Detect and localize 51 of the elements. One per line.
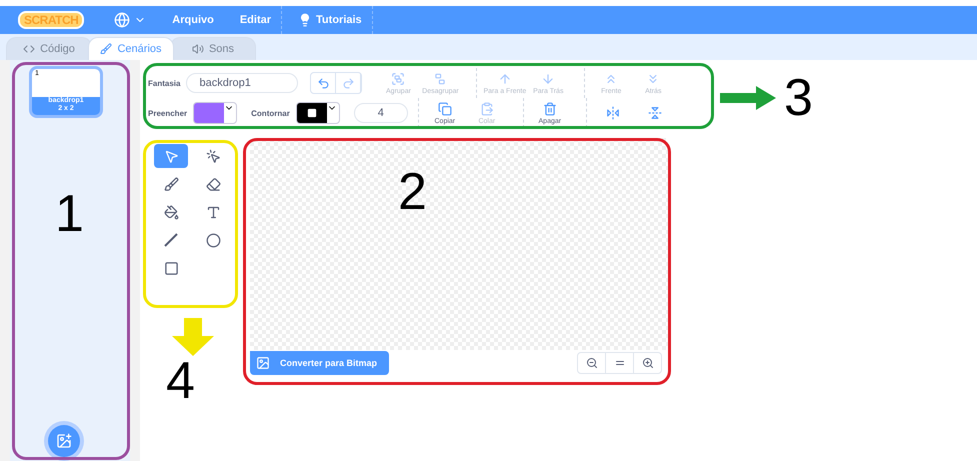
group-icon	[391, 72, 406, 86]
fill-color-picker[interactable]	[193, 102, 238, 124]
annotation-number: 2	[398, 166, 427, 218]
fill-label: Preencher	[148, 108, 188, 118]
costume-label: Fantasia	[148, 78, 180, 88]
copy-icon	[438, 102, 452, 116]
add-backdrop-button[interactable]	[48, 425, 80, 457]
brush-icon	[100, 43, 112, 55]
add-image-icon	[56, 433, 72, 449]
scratch-logo[interactable]: SCRATCH	[18, 11, 84, 29]
convert-to-bitmap-button[interactable]: Converter para Bitmap	[250, 351, 390, 375]
zoom-in-icon	[642, 357, 654, 369]
outline-label: Contornar	[251, 108, 290, 118]
paint-bucket-icon	[164, 204, 178, 220]
code-icon	[23, 43, 36, 55]
speaker-icon	[192, 43, 204, 55]
trash-icon	[542, 102, 557, 116]
outline-color-picker[interactable]	[296, 102, 340, 124]
zoom-out-icon	[586, 357, 598, 369]
scrollbar[interactable]	[130, 60, 140, 461]
costume-name-field[interactable]: backdrop1	[186, 73, 298, 93]
square-icon	[306, 108, 317, 118]
menu-item[interactable]: Arquivo	[162, 6, 224, 34]
circle-icon	[206, 232, 220, 248]
tab[interactable]: Código	[6, 37, 92, 60]
tab[interactable]: Sons	[170, 37, 256, 60]
outline-width-field[interactable]: 4	[354, 103, 408, 123]
annotation-number: 3	[784, 72, 813, 124]
undo-icon	[316, 76, 330, 90]
arrow-down-icon	[541, 72, 556, 86]
ungroup-icon	[433, 72, 448, 86]
tab[interactable]: Cenários	[88, 37, 174, 60]
arrow-up-icon	[498, 72, 512, 86]
text-icon	[206, 204, 220, 220]
image-icon	[256, 356, 270, 370]
pointer-click-icon	[206, 148, 220, 164]
annotation-arrow	[720, 86, 776, 110]
line-icon	[163, 232, 179, 248]
flip-vertical-icon	[648, 106, 662, 120]
pointer-icon	[164, 148, 178, 164]
eraser-icon	[206, 176, 220, 192]
flip-horizontal-icon	[606, 106, 620, 120]
annotation-number: 1	[55, 188, 84, 240]
annotation-number: 4	[166, 355, 195, 407]
square-icon	[164, 260, 178, 276]
brush-icon	[164, 176, 178, 192]
select-tool[interactable]	[154, 144, 188, 168]
annotation-arrow	[172, 318, 214, 356]
redo-icon	[342, 76, 355, 90]
globe-icon	[114, 12, 130, 28]
paste-icon	[480, 102, 494, 116]
